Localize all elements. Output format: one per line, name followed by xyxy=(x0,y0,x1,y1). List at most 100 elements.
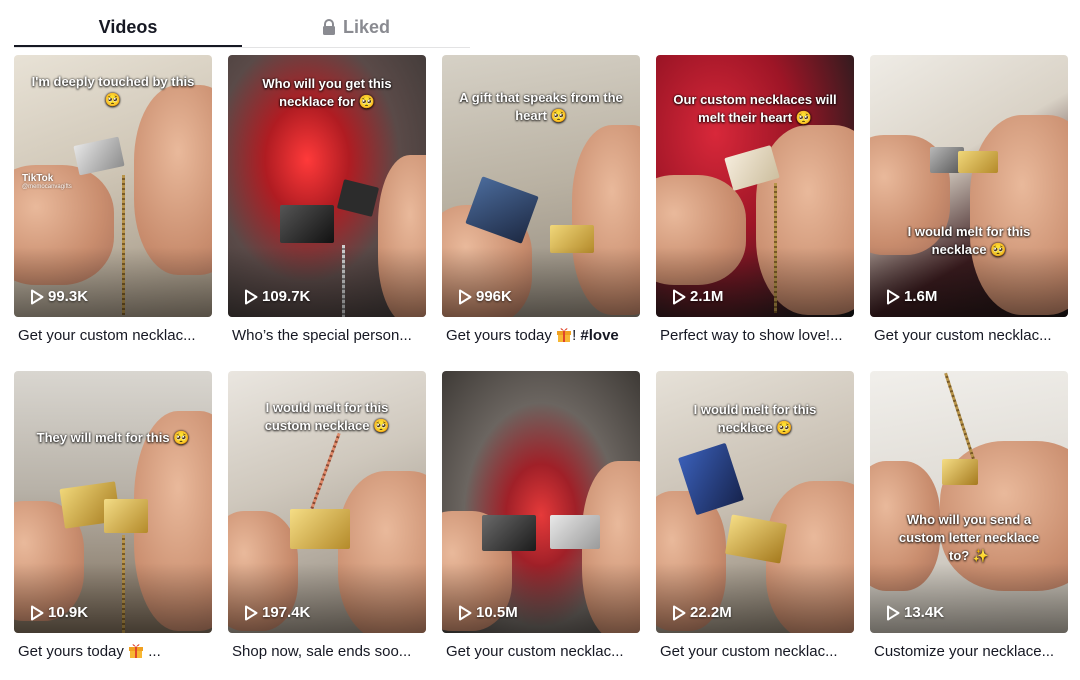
view-count: 996K xyxy=(458,288,512,305)
tabs-divider xyxy=(14,47,470,48)
view-count-value: 13.4K xyxy=(904,604,945,621)
thumbnail-shade xyxy=(656,563,854,633)
thumbnail-shade xyxy=(442,563,640,633)
thumbnail-shade xyxy=(14,563,212,633)
video-thumbnail[interactable]: I would melt for this necklace 🥺 1.6M xyxy=(870,55,1068,317)
video-card[interactable]: 10.5M Get your custom necklac... xyxy=(442,371,640,662)
video-thumbnail[interactable]: Who will you send a custom letter neckla… xyxy=(870,371,1068,633)
view-count: 109.7K xyxy=(244,288,310,305)
view-count-value: 197.4K xyxy=(262,604,311,621)
caption-text: ... xyxy=(144,643,161,660)
video-caption[interactable]: Get your custom necklac... xyxy=(14,326,212,346)
profile-tabs: Videos Liked xyxy=(14,8,470,48)
video-thumbnail[interactable]: I would melt for this necklace 🥺 22.2M xyxy=(656,371,854,633)
watermark: TikTok @memocanvagifts xyxy=(22,173,72,190)
view-count-value: 10.5M xyxy=(476,604,518,621)
video-caption[interactable]: Get your custom necklac... xyxy=(442,642,640,662)
video-card[interactable]: Who will you send a custom letter neckla… xyxy=(870,371,1068,662)
tab-liked[interactable]: Liked xyxy=(242,8,470,46)
pendant-image xyxy=(104,499,148,533)
thumbnail-shade xyxy=(656,247,854,317)
view-count-value: 1.6M xyxy=(904,288,938,305)
view-count-value: 10.9K xyxy=(48,604,89,621)
video-overlay-text: A gift that speaks from the heart 🥺 xyxy=(459,90,623,123)
play-icon xyxy=(30,605,44,621)
watermark-label: TikTok xyxy=(22,173,54,184)
thumbnail-shade xyxy=(14,247,212,317)
tab-videos[interactable]: Videos xyxy=(14,8,242,47)
play-icon xyxy=(886,605,900,621)
view-count: 2.1M xyxy=(672,288,723,305)
video-card[interactable]: Who will you get this necklace for 🥺 109… xyxy=(228,55,426,346)
view-count: 22.2M xyxy=(672,604,732,621)
video-card[interactable]: I would melt for this necklace 🥺 1.6M Ge… xyxy=(870,55,1068,346)
video-overlay-text: I would melt for this custom necklace 🥺 xyxy=(264,400,390,433)
play-icon xyxy=(886,289,900,305)
video-caption[interactable]: Perfect way to show love!... xyxy=(656,326,854,346)
view-count: 1.6M xyxy=(886,288,937,305)
video-thumbnail[interactable]: Our custom necklaces will melt their hea… xyxy=(656,55,854,317)
view-count-value: 996K xyxy=(476,288,512,305)
video-caption[interactable]: Get yours today ... xyxy=(14,642,212,662)
video-overlay-text: I would melt for this necklace 🥺 xyxy=(693,402,817,435)
thumbnail-shade xyxy=(228,563,426,633)
video-caption[interactable]: Get your custom necklac... xyxy=(656,642,854,662)
view-count-value: 2.1M xyxy=(690,288,724,305)
video-caption[interactable]: Customize your necklace... xyxy=(870,642,1068,662)
video-thumbnail[interactable]: I'm deeply touched by this 🥺 TikTok @memo… xyxy=(14,55,212,317)
view-count: 99.3K xyxy=(30,288,88,305)
caption-text: Get yours today xyxy=(446,327,557,344)
pendant-image xyxy=(482,515,536,551)
play-icon xyxy=(458,605,472,621)
video-card[interactable]: A gift that speaks from the heart 🥺 996K… xyxy=(442,55,640,346)
tab-liked-label: Liked xyxy=(342,16,390,37)
video-thumbnail[interactable]: 10.5M xyxy=(442,371,640,633)
pendant-image xyxy=(942,459,978,485)
video-thumbnail[interactable]: A gift that speaks from the heart 🥺 996K xyxy=(442,55,640,317)
video-thumbnail[interactable]: They will melt for this 🥺 10.9K xyxy=(14,371,212,633)
video-overlay-text: I'm deeply touched by this 🥺 xyxy=(31,74,195,107)
video-caption[interactable]: Get your custom necklac... xyxy=(870,326,1068,346)
pendant-image xyxy=(958,151,998,173)
pendant-image xyxy=(550,515,600,549)
pendant-image xyxy=(280,205,334,243)
hashtag-link[interactable]: #love xyxy=(580,327,618,344)
view-count-value: 99.3K xyxy=(48,288,89,305)
watermark-handle: @memocanvagifts xyxy=(22,184,72,190)
pendant-image xyxy=(290,509,350,549)
gift-icon xyxy=(128,642,144,658)
lock-icon xyxy=(322,19,336,35)
view-count: 13.4K xyxy=(886,604,944,621)
video-caption[interactable]: Who’s the special person... xyxy=(228,326,426,346)
thumbnail-shade xyxy=(870,563,1068,633)
video-card[interactable]: I'm deeply touched by this 🥺 TikTok @memo… xyxy=(14,55,212,346)
video-caption[interactable]: Get yours today ! #love xyxy=(442,326,640,346)
tab-videos-label: Videos xyxy=(98,16,158,37)
video-card[interactable]: Our custom necklaces will melt their hea… xyxy=(656,55,854,346)
thumbnail-shade xyxy=(228,247,426,317)
play-icon xyxy=(672,289,686,305)
view-count: 197.4K xyxy=(244,604,310,621)
thumbnail-shade xyxy=(442,247,640,317)
video-thumbnail[interactable]: I would melt for this custom necklace 🥺 … xyxy=(228,371,426,633)
play-icon xyxy=(30,289,44,305)
caption-text: Get yours today xyxy=(18,643,129,660)
video-card[interactable]: They will melt for this 🥺 10.9K Get your… xyxy=(14,371,212,662)
play-icon xyxy=(244,289,258,305)
play-icon xyxy=(672,605,686,621)
play-icon xyxy=(458,289,472,305)
gift-icon xyxy=(556,326,572,342)
thumbnail-shade xyxy=(870,247,1068,317)
video-caption[interactable]: Shop now, sale ends soo... xyxy=(228,642,426,662)
view-count-value: 22.2M xyxy=(690,604,732,621)
play-icon xyxy=(244,605,258,621)
video-thumbnail[interactable]: Who will you get this necklace for 🥺 109… xyxy=(228,55,426,317)
video-overlay-text: Who will you get this necklace for 🥺 xyxy=(262,76,392,109)
view-count: 10.9K xyxy=(30,604,88,621)
video-overlay-text: Our custom necklaces will melt their hea… xyxy=(673,92,837,125)
video-card[interactable]: I would melt for this custom necklace 🥺 … xyxy=(228,371,426,662)
view-count: 10.5M xyxy=(458,604,518,621)
video-overlay-text: They will melt for this 🥺 xyxy=(36,430,190,445)
view-count-value: 109.7K xyxy=(262,288,311,305)
video-card[interactable]: I would melt for this necklace 🥺 22.2M G… xyxy=(656,371,854,662)
